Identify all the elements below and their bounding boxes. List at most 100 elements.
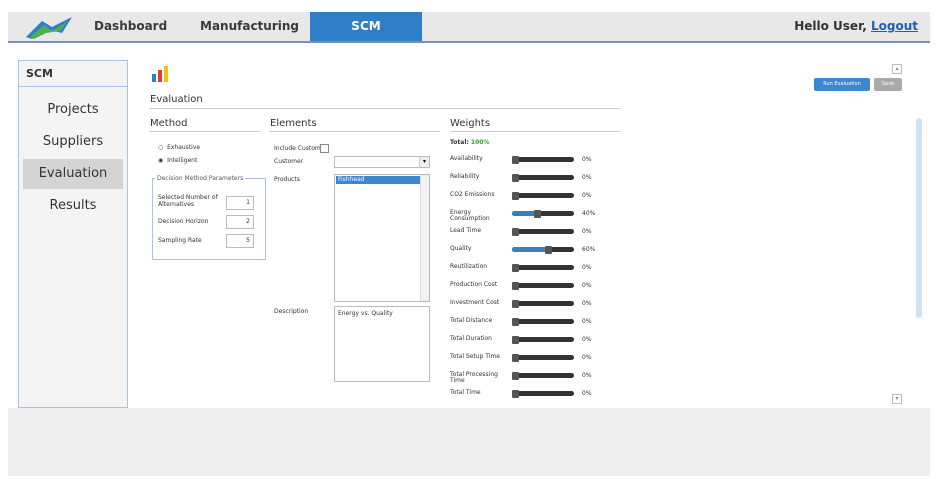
weight-value: 0% <box>582 192 592 199</box>
intelligent-label: Intelligent <box>167 157 198 164</box>
weights-title: Weights <box>450 118 491 129</box>
weight-label: Investment Cost <box>450 299 500 306</box>
weights-divider <box>450 131 620 132</box>
weight-value: 0% <box>582 264 592 271</box>
top-bar: Dashboard Manufacturing SCM Hello User, … <box>8 12 930 43</box>
alternatives-label: Selected Number of Alternatives <box>158 194 218 208</box>
weight-slider-thumb[interactable] <box>512 227 519 236</box>
weight-label: Total Duration <box>450 335 492 342</box>
weight-slider[interactable] <box>512 391 574 396</box>
description-textarea[interactable]: Energy vs. Quality <box>334 306 430 382</box>
exhaustive-radio[interactable]: ○ Exhaustive <box>158 144 200 151</box>
weight-slider[interactable] <box>512 265 574 270</box>
sidebar-item-projects[interactable]: Projects <box>23 95 123 125</box>
main-scrollbar-thumb[interactable] <box>916 118 922 318</box>
greeting-text: Hello User, <box>794 19 867 33</box>
logout-link[interactable]: Logout <box>871 19 918 33</box>
alternatives-input[interactable]: 1 <box>226 196 254 210</box>
weight-slider-thumb[interactable] <box>545 245 552 254</box>
weight-slider[interactable] <box>512 337 574 342</box>
weight-value: 0% <box>582 156 592 163</box>
weight-slider[interactable] <box>512 229 574 234</box>
weight-label: Total Setup Time <box>450 353 500 360</box>
product-item-fishhead[interactable]: Fishhead <box>336 176 421 184</box>
main-panel: Evaluation Run Evaluation Save Method ○ … <box>140 58 922 408</box>
weight-slider[interactable] <box>512 319 574 324</box>
weight-slider-thumb[interactable] <box>512 353 519 362</box>
evaluation-chart-icon <box>152 66 168 82</box>
sidebar-title: SCM <box>19 61 127 87</box>
sidebar: SCM Projects Suppliers Evaluation Result… <box>18 60 128 408</box>
weight-value: 0% <box>582 228 592 235</box>
products-scrollbar[interactable] <box>420 175 429 301</box>
nav-scm[interactable]: SCM <box>310 12 422 41</box>
sidebar-item-evaluation[interactable]: Evaluation <box>23 159 123 189</box>
user-greeting: Hello User, Logout <box>794 12 918 41</box>
elements-divider <box>270 131 440 132</box>
weight-value: 0% <box>582 300 592 307</box>
scroll-up-arrow-icon[interactable]: ▴ <box>892 64 902 74</box>
sampling-rate-input[interactable]: 5 <box>226 234 254 248</box>
weight-value: 0% <box>582 318 592 325</box>
weight-label: Production Cost <box>450 281 498 288</box>
weight-value: 0% <box>582 174 592 181</box>
weight-slider[interactable] <box>512 355 574 360</box>
exhaustive-label: Exhaustive <box>167 144 201 151</box>
sidebar-item-results[interactable]: Results <box>23 191 123 221</box>
weight-slider-thumb[interactable] <box>512 263 519 272</box>
weight-value: 0% <box>582 372 592 379</box>
title-divider <box>150 108 620 109</box>
sidebar-item-suppliers[interactable]: Suppliers <box>23 127 123 157</box>
weight-slider-thumb[interactable] <box>512 371 519 380</box>
include-customer-checkbox[interactable] <box>320 144 329 153</box>
footer-area <box>8 408 930 476</box>
weight-slider-thumb[interactable] <box>512 389 519 398</box>
weight-value: 60% <box>582 246 596 253</box>
nav-dashboard[interactable]: Dashboard <box>94 12 167 41</box>
weight-slider[interactable] <box>512 193 574 198</box>
page-title: Evaluation <box>150 94 203 105</box>
decision-horizon-label: Decision Horizon <box>158 218 209 225</box>
method-title: Method <box>150 118 188 129</box>
products-label: Products <box>274 176 300 183</box>
include-customer-label: Include Customer <box>274 145 327 152</box>
products-listbox[interactable]: Fishhead <box>334 174 430 302</box>
weight-slider[interactable] <box>512 175 574 180</box>
weight-slider-thumb[interactable] <box>512 281 519 290</box>
scroll-down-arrow-icon[interactable]: ▾ <box>892 394 902 404</box>
weight-slider[interactable] <box>512 283 574 288</box>
weight-slider-thumb[interactable] <box>512 299 519 308</box>
elements-title: Elements <box>270 118 317 129</box>
weight-value: 0% <box>582 336 592 343</box>
weight-slider[interactable] <box>512 301 574 306</box>
customer-select[interactable]: ▾ <box>334 156 430 168</box>
weights-total: Total: 100% <box>450 139 489 146</box>
weight-slider-fill <box>512 247 549 252</box>
run-evaluation-button[interactable]: Run Evaluation <box>814 78 870 91</box>
app-logo-icon <box>26 17 72 39</box>
weight-label: CO2 Emissions <box>450 191 495 198</box>
weight-label: Total Distance <box>450 317 493 324</box>
sampling-rate-label: Sampling Rate <box>158 237 202 244</box>
nav-manufacturing[interactable]: Manufacturing <box>200 12 299 41</box>
weight-slider[interactable] <box>512 373 574 378</box>
save-button[interactable]: Save <box>874 78 902 91</box>
weight-slider-thumb[interactable] <box>512 191 519 200</box>
dropdown-arrow-icon[interactable]: ▾ <box>419 157 429 167</box>
weight-slider[interactable] <box>512 157 574 162</box>
weight-slider-thumb[interactable] <box>512 173 519 182</box>
weight-slider-thumb[interactable] <box>512 317 519 326</box>
weight-value: 40% <box>582 210 596 217</box>
weight-value: 0% <box>582 354 592 361</box>
decision-params-title: Decision Method Parameters <box>155 175 246 182</box>
weight-label: Quality <box>450 245 472 252</box>
decision-horizon-input[interactable]: 2 <box>226 215 254 229</box>
intelligent-radio[interactable]: ◉ Intelligent <box>158 157 197 164</box>
weight-slider-thumb[interactable] <box>534 209 541 218</box>
weights-total-value: 100% <box>470 139 490 146</box>
weight-slider-thumb[interactable] <box>512 335 519 344</box>
weight-slider-thumb[interactable] <box>512 155 519 164</box>
weight-value: 0% <box>582 390 592 397</box>
weight-label: Availability <box>450 155 483 162</box>
weight-label: Energy Consumption <box>450 209 490 222</box>
